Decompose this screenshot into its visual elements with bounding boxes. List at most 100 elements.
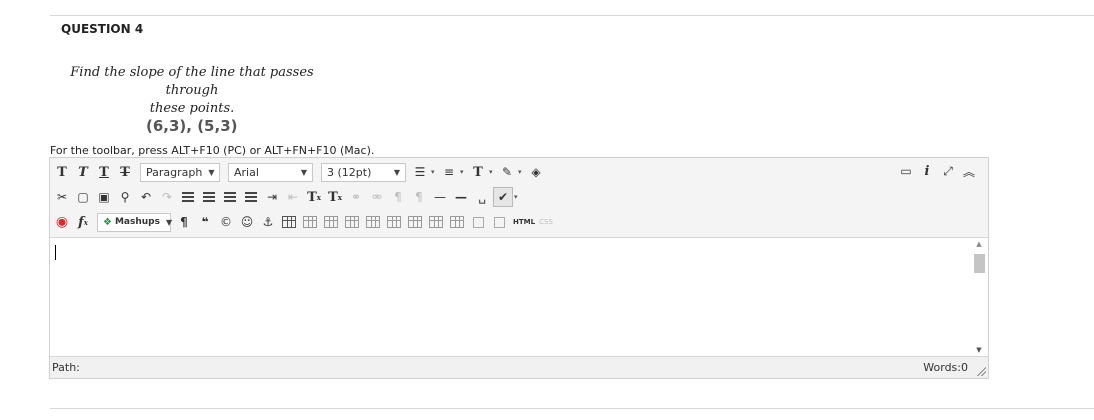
toolbar-row-2: ✂ ▢ ▣ ⚲ ↶ ↷ ⇥ ⇤ Tx Tx ⚭ ⚮ ¶ ¶ — — ␣ ✔ ▾ xyxy=(52,185,522,209)
find-icon[interactable]: ⚲ xyxy=(115,187,135,207)
quote-icon[interactable]: ❝ xyxy=(195,212,215,232)
bottom-divider xyxy=(50,408,1094,409)
align-center-icon[interactable] xyxy=(199,187,219,207)
table-row-after-icon[interactable] xyxy=(321,212,341,232)
preview-icon[interactable]: ▭ xyxy=(896,161,916,181)
undo-icon[interactable]: ↶ xyxy=(136,187,156,207)
chevron-down-icon: ▼ xyxy=(165,217,173,227)
outdent-icon[interactable]: ⇤ xyxy=(283,187,303,207)
row-props-icon[interactable] xyxy=(489,212,509,232)
toolbar-hint: For the toolbar, press ALT+F10 (PC) or A… xyxy=(50,144,375,157)
font-size-value: 3 (12pt) xyxy=(327,165,372,179)
table-col-before-icon[interactable] xyxy=(363,212,383,232)
strikethrough-icon[interactable]: T xyxy=(115,162,135,182)
italic-icon[interactable]: T xyxy=(73,162,93,182)
chevron-down-icon: ▼ xyxy=(300,167,307,177)
copy-icon[interactable]: ▢ xyxy=(73,187,93,207)
mashups-icon: ❖ xyxy=(103,216,112,228)
formula-icon[interactable]: fx xyxy=(73,212,93,232)
css-label: CSS xyxy=(539,218,553,226)
pilcrow-icon[interactable]: ¶ xyxy=(174,212,194,232)
table-icon[interactable] xyxy=(279,212,299,232)
align-left-icon[interactable] xyxy=(178,187,198,207)
top-divider xyxy=(50,15,1094,16)
table-delete-col-icon[interactable] xyxy=(405,212,425,232)
link-icon[interactable]: ⚭ xyxy=(346,187,366,207)
spellcheck-dropdown[interactable]: ▾ xyxy=(514,193,522,201)
prompt-line-1: Find the slope of the line that passes t… xyxy=(70,65,314,98)
font-family-value: Arial xyxy=(234,165,259,179)
text-caret xyxy=(55,245,56,260)
css-icon[interactable]: CSS xyxy=(536,212,556,232)
table-col-after-icon[interactable] xyxy=(384,212,404,232)
question-prompt: Find the slope of the line that passes t… xyxy=(57,64,327,118)
anchor-icon[interactable]: ⚓ xyxy=(258,212,278,232)
table-delete-row-icon[interactable] xyxy=(342,212,362,232)
table-merge-icon[interactable] xyxy=(447,212,467,232)
copyright-icon[interactable]: © xyxy=(216,212,236,232)
indent-icon[interactable]: ⇥ xyxy=(262,187,282,207)
eraser-icon[interactable]: ◈ xyxy=(526,162,546,182)
table-split-icon[interactable] xyxy=(426,212,446,232)
scroll-down-icon[interactable]: ▼ xyxy=(970,346,988,354)
text-color-dropdown[interactable]: ▾ xyxy=(489,168,497,176)
editor-scrollbar[interactable]: ▲ ▼ xyxy=(970,238,988,356)
numbered-list-icon[interactable]: ≡ xyxy=(439,162,459,182)
fullscreen-icon[interactable]: ⤢ xyxy=(938,161,958,181)
html-label: HTML xyxy=(513,218,536,226)
scroll-thumb[interactable] xyxy=(974,254,985,273)
editor-statusbar: Path: Words:0 xyxy=(50,356,988,378)
bold-icon[interactable]: T xyxy=(52,162,72,182)
scroll-up-icon[interactable]: ▲ xyxy=(970,240,988,248)
hr-icon[interactable]: — xyxy=(430,187,450,207)
question-title: QUESTION 4 xyxy=(61,22,144,36)
hr-bold-icon[interactable]: — xyxy=(451,187,471,207)
subscript-icon[interactable]: Tx xyxy=(325,187,345,207)
paragraph-format-select[interactable]: Paragraph ▼ xyxy=(140,162,220,182)
bullet-list-dropdown[interactable]: ▾ xyxy=(431,168,439,176)
path-label: Path: xyxy=(52,361,80,374)
html-source-icon[interactable]: HTML xyxy=(513,212,535,232)
table-row-before-icon[interactable] xyxy=(300,212,320,232)
toolbar-row-1: T T T T Paragraph ▼ Arial ▼ 3 (12pt) ▼ ☰ ▾ ≡… xyxy=(52,160,547,184)
highlight-dropdown[interactable]: ▾ xyxy=(518,168,526,176)
collapse-icon[interactable]: ︽ xyxy=(959,161,979,181)
editor-content-area[interactable] xyxy=(50,238,968,356)
chevron-down-icon: ▼ xyxy=(393,167,400,177)
info-icon[interactable]: i xyxy=(917,161,937,181)
editor-toolbar: T T T T Paragraph ▼ Arial ▼ 3 (12pt) ▼ ☰ ▾ ≡… xyxy=(50,158,988,238)
cut-icon[interactable]: ✂ xyxy=(52,187,72,207)
mashups-label: Mashups xyxy=(114,217,160,227)
text-color-icon[interactable]: T xyxy=(468,162,488,182)
emoticon-icon[interactable]: ☺ xyxy=(237,212,257,232)
paste-icon[interactable]: ▣ xyxy=(94,187,114,207)
record-icon[interactable]: ◉ xyxy=(52,212,72,232)
font-family-select[interactable]: Arial ▼ xyxy=(228,162,313,182)
bullet-list-icon[interactable]: ☰ xyxy=(410,162,430,182)
question-points: (6,3), (5,3) xyxy=(146,117,238,135)
unlink-icon[interactable]: ⚮ xyxy=(367,187,387,207)
rich-text-editor: T T T T Paragraph ▼ Arial ▼ 3 (12pt) ▼ ☰ ▾ ≡… xyxy=(49,157,989,379)
prompt-line-2: these points. xyxy=(149,101,235,116)
superscript-icon[interactable]: Tx xyxy=(304,187,324,207)
numbered-list-dropdown[interactable]: ▾ xyxy=(460,168,468,176)
resize-handle-icon[interactable] xyxy=(976,366,986,376)
redo-icon[interactable]: ↷ xyxy=(157,187,177,207)
ltr-icon[interactable]: ¶ xyxy=(388,187,408,207)
mashups-button: ❖ Mashups xyxy=(103,217,160,228)
nbsp-icon[interactable]: ␣ xyxy=(472,187,492,207)
cell-props-icon[interactable] xyxy=(468,212,488,232)
word-count: Words:0 xyxy=(923,361,968,374)
chevron-down-icon: ▼ xyxy=(208,167,215,177)
underline-icon[interactable]: T xyxy=(94,162,114,182)
paragraph-format-value: Paragraph xyxy=(146,165,203,179)
align-right-icon[interactable] xyxy=(220,187,240,207)
toolbar-right-cluster: ▭ i ⤢ ︽ xyxy=(896,161,980,181)
toolbar-row-3: ◉ fx ❖ Mashups ▼ ¶ ❝ © ☺ ⚓ HTML CSS xyxy=(52,210,557,234)
rtl-icon[interactable]: ¶ xyxy=(409,187,429,207)
highlight-icon[interactable]: ✎ xyxy=(497,162,517,182)
font-size-select[interactable]: 3 (12pt) ▼ xyxy=(321,162,406,182)
align-justify-icon[interactable] xyxy=(241,187,261,207)
spellcheck-icon[interactable]: ✔ xyxy=(493,187,513,207)
mashups-select[interactable]: ❖ Mashups ▼ xyxy=(97,212,173,232)
